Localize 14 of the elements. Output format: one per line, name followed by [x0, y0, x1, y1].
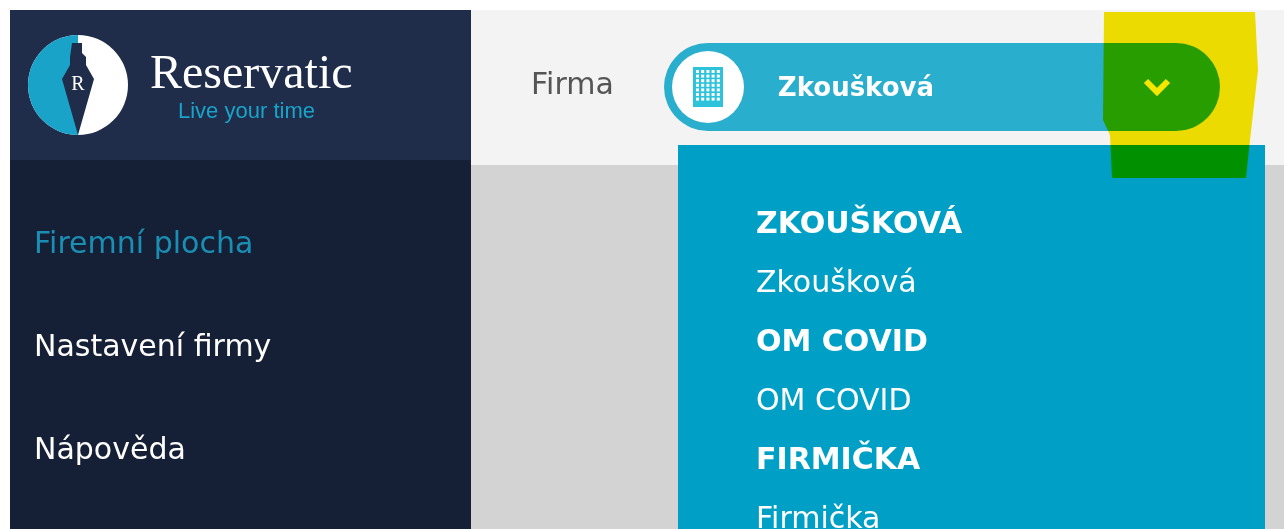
brand-tagline: Live your time: [178, 100, 316, 122]
brand-name: Reservatic: [150, 48, 353, 96]
option-group-label: FIRMIČKA: [756, 439, 922, 478]
building-icon: [671, 51, 744, 123]
option-group-label: OM COVID: [756, 322, 929, 360]
dropdown-option[interactable]: Firmička: [756, 488, 1265, 529]
sidebar-item[interactable]: Firemní plocha: [10, 220, 471, 323]
field-label: Firma: [531, 65, 614, 103]
dropdown-option[interactable]: OM COVID: [756, 370, 1265, 429]
sidebar-item[interactable]: Nastavení firmy: [10, 323, 471, 426]
logo-icon: R: [28, 35, 128, 135]
dropdown-option[interactable]: Zkoušková: [756, 252, 1265, 311]
sidebar-item[interactable]: Nápověda: [10, 426, 471, 529]
option-group-label: ZKOUŠKOVÁ: [756, 203, 964, 242]
